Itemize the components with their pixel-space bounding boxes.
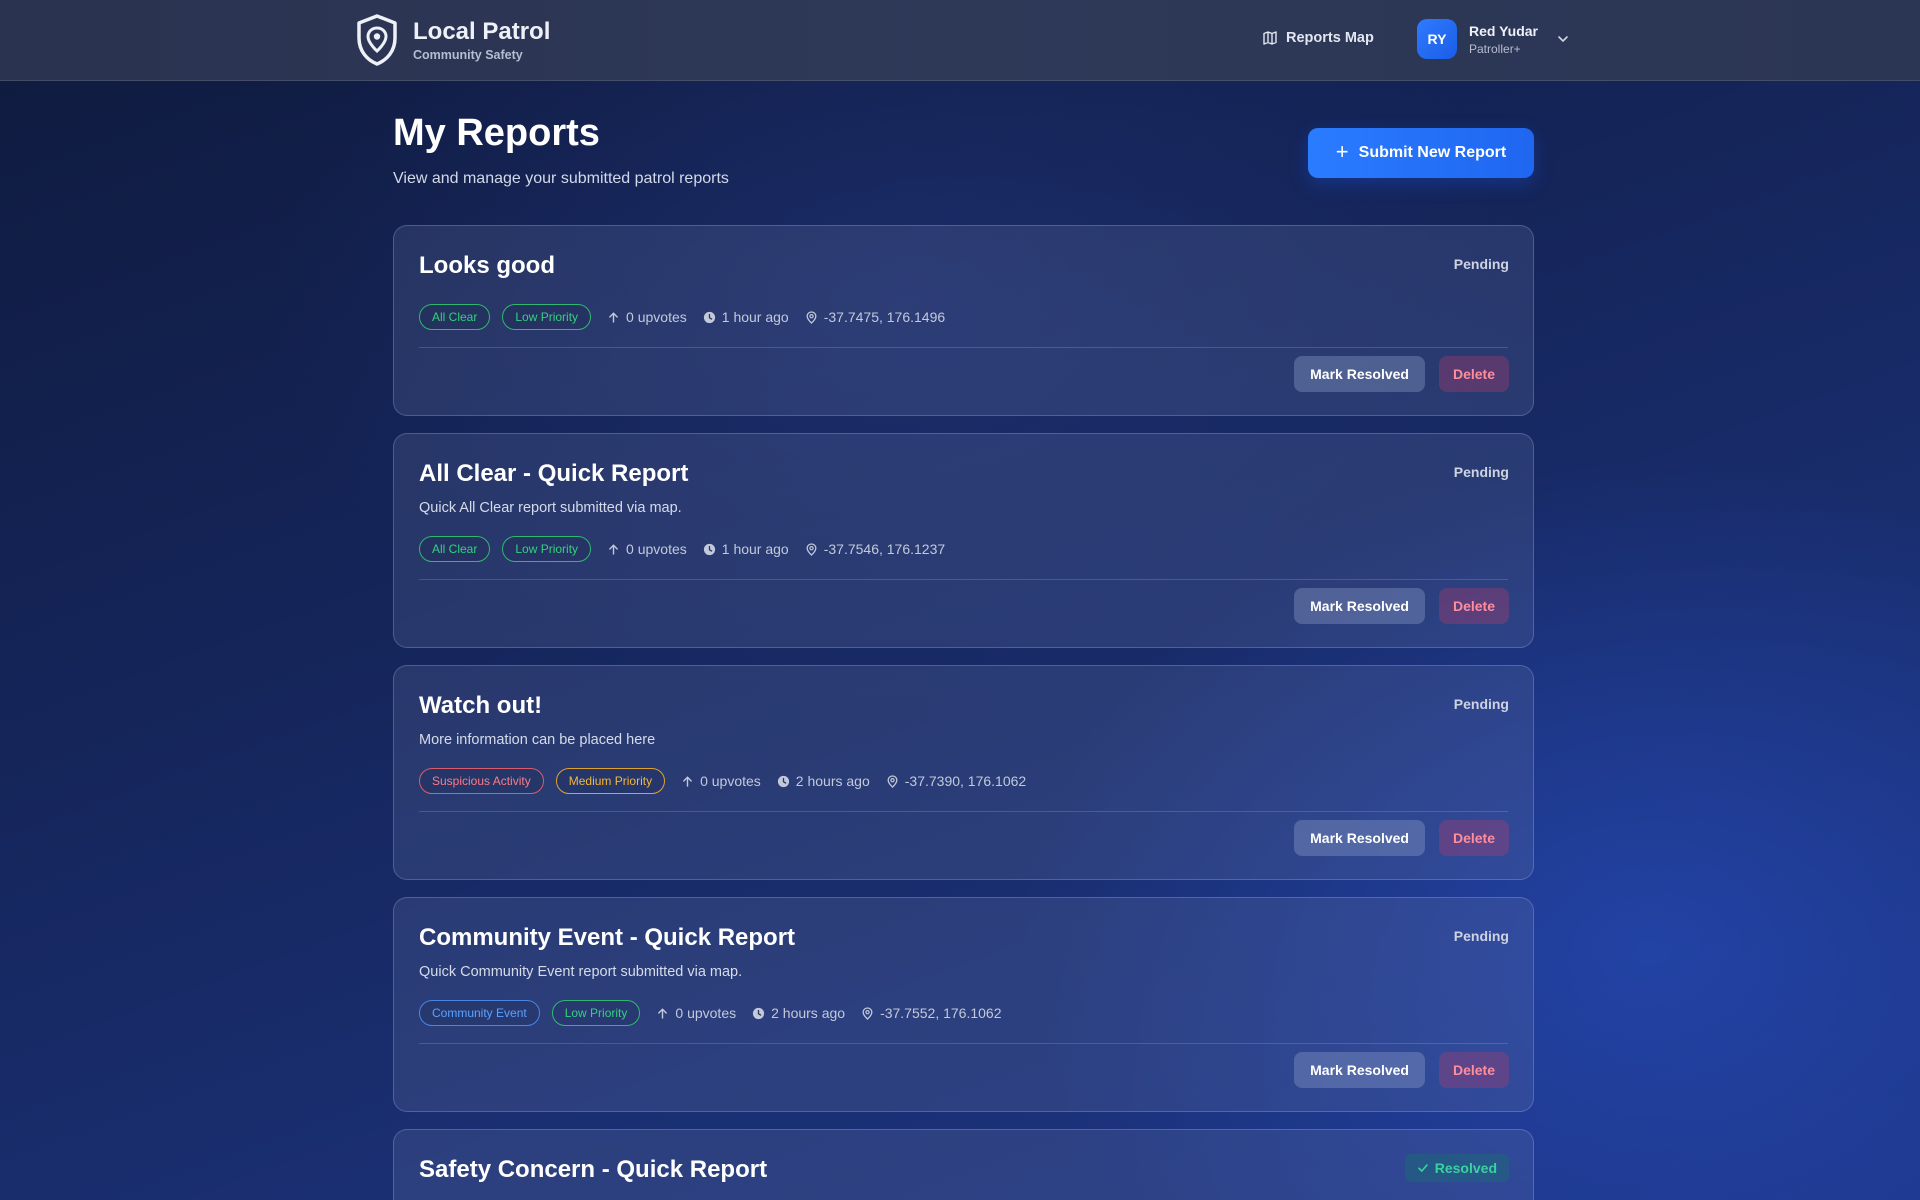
priority-tag: Low Priority bbox=[502, 536, 592, 562]
priority-tag: Low Priority bbox=[551, 1000, 641, 1026]
arrow-up-icon bbox=[609, 311, 618, 323]
chevron-down-icon bbox=[1558, 36, 1568, 42]
user-role: Patroller+ bbox=[1469, 41, 1521, 56]
user-name: Red Yudar bbox=[1469, 22, 1538, 39]
clock-icon bbox=[753, 1007, 765, 1019]
submit-new-report-button[interactable]: + Submit New Report bbox=[1308, 128, 1534, 178]
page-subtitle: View and manage your submitted patrol re… bbox=[393, 170, 729, 187]
shield-pin-logo-icon bbox=[357, 14, 397, 66]
coordinates: -37.7390, 176.1062 bbox=[886, 773, 1026, 789]
upvotes: 0 upvotes bbox=[607, 541, 687, 557]
timestamp: 2 hours ago bbox=[752, 1005, 845, 1021]
delete-button[interactable]: Delete bbox=[1438, 1052, 1509, 1088]
report-card: All Clear - Quick Report Pending Quick A… bbox=[393, 433, 1534, 648]
report-card: Community Event - Quick Report Pending Q… bbox=[393, 897, 1534, 1112]
category-tag: Community Event bbox=[419, 1000, 540, 1026]
avatar: RY bbox=[1417, 19, 1457, 59]
report-meta: All Clear Low Priority 0 upvotes 1 hour … bbox=[419, 536, 945, 562]
report-title: Looks good bbox=[419, 252, 555, 279]
location-pin-icon bbox=[862, 1006, 873, 1020]
mark-resolved-button[interactable]: Mark Resolved bbox=[1294, 1052, 1425, 1088]
location-pin-icon bbox=[806, 542, 817, 556]
arrow-up-icon bbox=[683, 775, 692, 787]
brand[interactable]: Local Patrol Community Safety bbox=[355, 14, 550, 66]
app-subtitle: Community Safety bbox=[413, 48, 523, 62]
timestamp: 2 hours ago bbox=[777, 773, 870, 789]
page-title: My Reports bbox=[393, 112, 600, 154]
status-badge: Resolved bbox=[1404, 1154, 1509, 1182]
upvotes: 0 upvotes bbox=[656, 1005, 736, 1021]
upvotes: 0 upvotes bbox=[607, 309, 687, 325]
report-meta: All Clear Low Priority 0 upvotes 1 hour … bbox=[419, 304, 945, 330]
mark-resolved-button[interactable]: Mark Resolved bbox=[1294, 820, 1425, 856]
divider bbox=[419, 347, 1508, 348]
arrow-up-icon bbox=[609, 543, 618, 555]
map-icon bbox=[1263, 31, 1277, 45]
reports-map-label: Reports Map bbox=[1286, 30, 1374, 46]
report-card: Watch out! Pending More information can … bbox=[393, 665, 1534, 880]
mark-resolved-button[interactable]: Mark Resolved bbox=[1294, 588, 1425, 624]
status-badge: Pending bbox=[1453, 928, 1509, 944]
report-title: Safety Concern - Quick Report bbox=[419, 1156, 768, 1183]
clock-icon bbox=[703, 311, 715, 323]
check-icon bbox=[1417, 1164, 1428, 1172]
priority-tag: Low Priority bbox=[502, 304, 592, 330]
report-title: Watch out! bbox=[419, 692, 543, 719]
location-pin-icon bbox=[887, 774, 898, 788]
report-description: More information can be placed here bbox=[419, 732, 656, 748]
top-bar: Local Patrol Community Safety Reports Ma… bbox=[0, 0, 1920, 81]
report-card: Safety Concern - Quick Report Resolved bbox=[393, 1129, 1534, 1200]
user-menu[interactable]: RY Red Yudar Patroller+ bbox=[1417, 19, 1570, 59]
arrow-up-icon bbox=[658, 1007, 668, 1019]
divider bbox=[419, 579, 1508, 580]
category-tag: Suspicious Activity bbox=[419, 768, 544, 794]
status-badge: Pending bbox=[1453, 696, 1509, 712]
status-badge: Pending bbox=[1453, 464, 1509, 480]
coordinates: -37.7475, 176.1496 bbox=[805, 309, 945, 325]
delete-button[interactable]: Delete bbox=[1438, 588, 1509, 624]
report-meta: Suspicious Activity Medium Priority 0 up… bbox=[419, 768, 1026, 794]
delete-button[interactable]: Delete bbox=[1438, 356, 1509, 392]
reports-map-link[interactable]: Reports Map bbox=[1262, 30, 1374, 46]
app-title: Local Patrol bbox=[413, 18, 551, 45]
report-title: Community Event - Quick Report bbox=[419, 924, 796, 951]
clock-icon bbox=[777, 775, 789, 787]
submit-new-report-label: Submit New Report bbox=[1358, 144, 1507, 161]
location-pin-icon bbox=[806, 310, 817, 324]
coordinates: -37.7546, 176.1237 bbox=[805, 541, 945, 557]
plus-icon: + bbox=[1335, 139, 1349, 164]
clock-icon bbox=[703, 543, 715, 555]
category-tag: All Clear bbox=[419, 304, 491, 330]
priority-tag: Medium Priority bbox=[555, 768, 666, 794]
report-title: All Clear - Quick Report bbox=[419, 460, 689, 487]
category-tag: All Clear bbox=[419, 536, 491, 562]
timestamp: 1 hour ago bbox=[703, 309, 789, 325]
mark-resolved-button[interactable]: Mark Resolved bbox=[1294, 356, 1425, 392]
delete-button[interactable]: Delete bbox=[1438, 820, 1509, 856]
coordinates: -37.7552, 176.1062 bbox=[861, 1005, 1002, 1021]
report-meta: Community Event Low Priority 0 upvotes 2… bbox=[419, 1000, 1002, 1026]
upvotes: 0 upvotes bbox=[681, 773, 761, 789]
report-card: Looks good Pending All Clear Low Priorit… bbox=[393, 225, 1534, 416]
status-badge: Pending bbox=[1453, 256, 1509, 272]
divider bbox=[419, 1043, 1508, 1044]
report-description: Quick Community Event report submitted v… bbox=[419, 964, 743, 980]
report-description: Quick All Clear report submitted via map… bbox=[419, 500, 682, 516]
divider bbox=[419, 811, 1508, 812]
timestamp: 1 hour ago bbox=[703, 541, 789, 557]
